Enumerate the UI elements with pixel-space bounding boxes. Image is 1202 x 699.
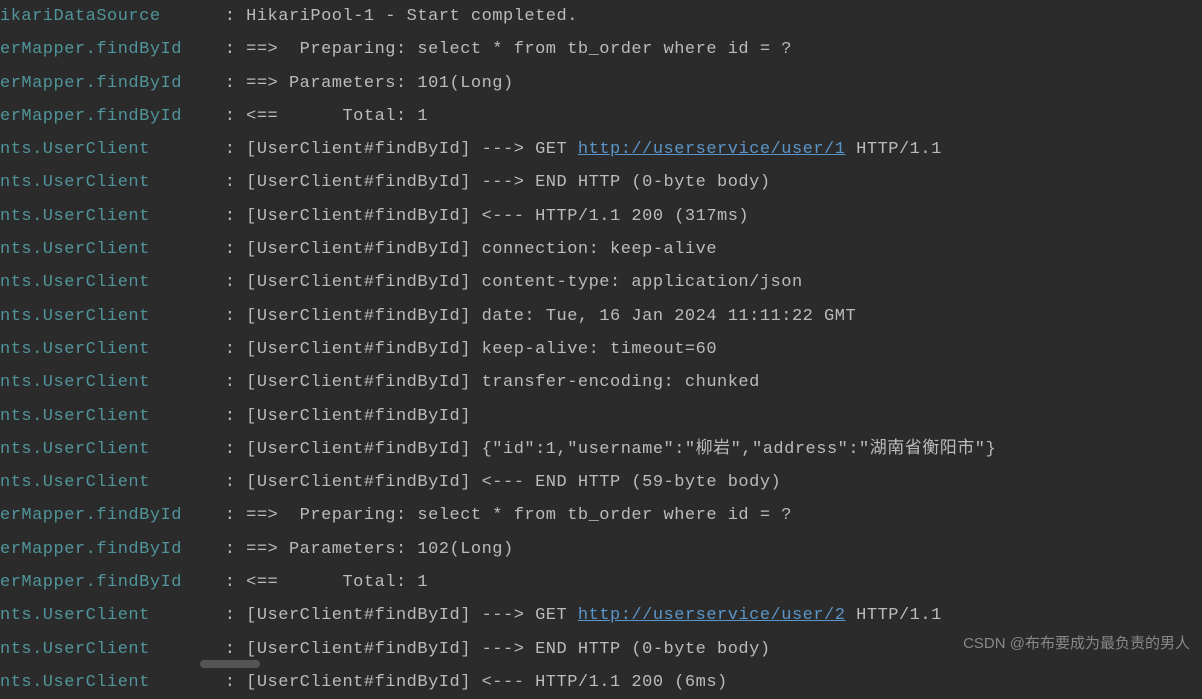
separator: :: [182, 273, 246, 292]
log-message: [UserClient#findById] <--- HTTP/1.1 200 …: [246, 673, 728, 692]
separator: :: [182, 240, 246, 259]
separator: :: [182, 40, 246, 59]
logger-name: erMapper.findById: [0, 573, 182, 592]
separator: :: [182, 140, 246, 159]
log-line: nts.UserClient : [UserClient#findById] <…: [0, 466, 1202, 499]
separator: :: [182, 373, 246, 392]
log-line: ikariDataSource : HikariPool-1 - Start c…: [0, 0, 1202, 33]
logger-name: nts.UserClient: [0, 673, 182, 692]
log-message: [UserClient#findById] content-type: appl…: [246, 273, 803, 292]
logger-name: nts.UserClient: [0, 340, 182, 359]
horizontal-scrollbar-thumb[interactable]: [200, 660, 260, 668]
separator: :: [182, 307, 246, 326]
logger-name: nts.UserClient: [0, 373, 182, 392]
log-line: nts.UserClient : [UserClient#findById] c…: [0, 266, 1202, 299]
log-line: erMapper.findById : ==> Preparing: selec…: [0, 33, 1202, 66]
logger-name: nts.UserClient: [0, 173, 182, 192]
logger-name: ikariDataSource: [0, 7, 182, 26]
logger-name: nts.UserClient: [0, 240, 182, 259]
separator: :: [182, 7, 246, 26]
log-line: nts.UserClient : [UserClient#findById] <…: [0, 200, 1202, 233]
separator: :: [182, 340, 246, 359]
log-message: [UserClient#findById] ---> GET: [246, 606, 578, 625]
logger-name: nts.UserClient: [0, 640, 182, 659]
log-message: [UserClient#findById] ---> GET: [246, 140, 578, 159]
log-message: [UserClient#findById] ---> END HTTP (0-b…: [246, 640, 770, 659]
log-message: ==> Preparing: select * from tb_order wh…: [246, 40, 792, 59]
logger-name: nts.UserClient: [0, 273, 182, 292]
separator: :: [182, 506, 246, 525]
log-message: [UserClient#findById] keep-alive: timeou…: [246, 340, 717, 359]
separator: :: [182, 573, 246, 592]
log-message: <== Total: 1: [246, 107, 428, 126]
log-message: [UserClient#findById] connection: keep-a…: [246, 240, 717, 259]
logger-name: erMapper.findById: [0, 74, 182, 93]
log-message: [UserClient#findById] {"id":1,"username"…: [246, 440, 996, 459]
separator: :: [182, 207, 246, 226]
log-message: [UserClient#findById] date: Tue, 16 Jan …: [246, 307, 856, 326]
log-line: erMapper.findById : ==> Parameters: 102(…: [0, 533, 1202, 566]
watermark-text: CSDN @布布要成为最负责的男人: [963, 627, 1190, 660]
log-message: HikariPool-1 - Start completed.: [246, 7, 578, 26]
separator: :: [182, 74, 246, 93]
log-line: nts.UserClient : [UserClient#findById] t…: [0, 366, 1202, 399]
log-line: nts.UserClient : [UserClient#findById] c…: [0, 233, 1202, 266]
separator: :: [182, 606, 246, 625]
log-line: erMapper.findById : <== Total: 1: [0, 100, 1202, 133]
separator: :: [182, 440, 246, 459]
log-line: erMapper.findById : ==> Parameters: 101(…: [0, 67, 1202, 100]
log-message: [UserClient#findById] transfer-encoding:…: [246, 373, 760, 392]
log-message: ==> Parameters: 101(Long): [246, 74, 514, 93]
log-message-post: HTTP/1.1: [845, 140, 941, 159]
log-line: nts.UserClient : [UserClient#findById] -…: [0, 133, 1202, 166]
separator: :: [182, 473, 246, 492]
log-message: [UserClient#findById]: [246, 407, 481, 426]
url-link[interactable]: http://userservice/user/2: [578, 606, 846, 625]
separator: :: [182, 540, 246, 559]
log-message: ==> Preparing: select * from tb_order wh…: [246, 506, 792, 525]
log-line: nts.UserClient : [UserClient#findById] -…: [0, 166, 1202, 199]
log-message-post: HTTP/1.1: [845, 606, 941, 625]
separator: :: [182, 640, 246, 659]
logger-name: erMapper.findById: [0, 506, 182, 525]
log-line: nts.UserClient : [UserClient#findById]: [0, 400, 1202, 433]
log-message: [UserClient#findById] ---> END HTTP (0-b…: [246, 173, 770, 192]
log-line: nts.UserClient : [UserClient#findById] {…: [0, 433, 1202, 466]
logger-name: erMapper.findById: [0, 40, 182, 59]
url-link[interactable]: http://userservice/user/1: [578, 140, 846, 159]
separator: :: [182, 407, 246, 426]
log-line: nts.UserClient : [UserClient#findById] k…: [0, 333, 1202, 366]
log-message: <== Total: 1: [246, 573, 428, 592]
log-output[interactable]: ikariDataSource : HikariPool-1 - Start c…: [0, 0, 1202, 699]
separator: :: [182, 107, 246, 126]
logger-name: erMapper.findById: [0, 540, 182, 559]
log-message: ==> Parameters: 102(Long): [246, 540, 514, 559]
logger-name: nts.UserClient: [0, 307, 182, 326]
logger-name: erMapper.findById: [0, 107, 182, 126]
log-line: nts.UserClient : [UserClient#findById] d…: [0, 300, 1202, 333]
logger-name: nts.UserClient: [0, 207, 182, 226]
logger-name: nts.UserClient: [0, 473, 182, 492]
log-line: erMapper.findById : <== Total: 1: [0, 566, 1202, 599]
log-line: erMapper.findById : ==> Preparing: selec…: [0, 499, 1202, 532]
logger-name: nts.UserClient: [0, 440, 182, 459]
logger-name: nts.UserClient: [0, 407, 182, 426]
log-message: [UserClient#findById] <--- END HTTP (59-…: [246, 473, 781, 492]
log-line: nts.UserClient : [UserClient#findById] <…: [0, 666, 1202, 699]
logger-name: nts.UserClient: [0, 140, 182, 159]
separator: :: [182, 673, 246, 692]
separator: :: [182, 173, 246, 192]
logger-name: nts.UserClient: [0, 606, 182, 625]
log-message: [UserClient#findById] <--- HTTP/1.1 200 …: [246, 207, 749, 226]
